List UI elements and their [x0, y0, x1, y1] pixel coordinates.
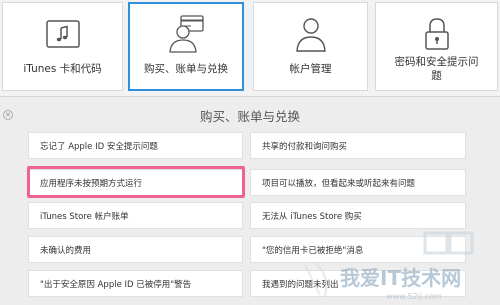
topic-item[interactable]: 无法从 iTunes Store 购买	[250, 202, 466, 229]
topic-item[interactable]: 共享的付款和询问购买	[250, 132, 466, 159]
topic-item[interactable]: 未确认的费用	[28, 236, 243, 263]
lock-icon	[422, 15, 452, 53]
person-icon	[294, 15, 328, 53]
topic-label: "您的信用卡已被拒绝"消息	[262, 245, 364, 256]
topic-label: 忘记了 Apple ID 安全提示问题	[40, 141, 158, 152]
topic-label: 未确认的费用	[40, 245, 92, 256]
card-itunes-codes[interactable]: iTunes 卡和代码	[2, 2, 123, 91]
topic-label: 项目可以播放，但看起来或听起来有问题	[262, 178, 416, 189]
card-label: 帐户管理	[289, 63, 332, 75]
category-cards: iTunes 卡和代码 购买、账单与兑换 帐户管理 密码和安全提示问题	[0, 0, 500, 94]
topic-item[interactable]: 项目可以播放，但看起来或听起来有问题	[250, 169, 466, 196]
card-purchases-billing[interactable]: 购买、账单与兑换	[128, 2, 244, 91]
topic-label: 共享的付款和询问购买	[262, 141, 348, 152]
card-account-management[interactable]: 帐户管理	[253, 2, 368, 91]
topic-item[interactable]: "您的信用卡已被拒绝"消息	[250, 236, 466, 263]
card-label: iTunes 卡和代码	[23, 63, 102, 75]
topic-label: iTunes Store 帐户账单	[40, 211, 129, 222]
person-card-icon	[163, 15, 209, 53]
music-note-icon	[45, 15, 80, 53]
topic-item[interactable]: iTunes Store 帐户账单	[28, 202, 243, 229]
topic-label: 应用程序未按预期方式运行	[40, 178, 143, 189]
topic-item[interactable]: 忘记了 Apple ID 安全提示问题	[28, 132, 243, 159]
card-password-security[interactable]: 密码和安全提示问题	[375, 2, 498, 91]
card-label: 购买、账单与兑换	[144, 63, 228, 75]
topic-label: "出于安全原因 Apple ID 已被停用"警告	[40, 279, 192, 290]
card-label: 密码和安全提示问题	[394, 56, 479, 82]
panel-title: 购买、账单与兑换	[199, 109, 300, 124]
topic-item[interactable]: 我遇到的问题未列出	[250, 270, 466, 297]
topic-label: 无法从 iTunes Store 购买	[262, 211, 362, 222]
topic-item[interactable]: 应用程序未按预期方式运行	[28, 169, 243, 196]
topic-item[interactable]: "出于安全原因 Apple ID 已被停用"警告	[28, 270, 243, 297]
topic-label: 我遇到的问题未列出	[262, 279, 339, 290]
